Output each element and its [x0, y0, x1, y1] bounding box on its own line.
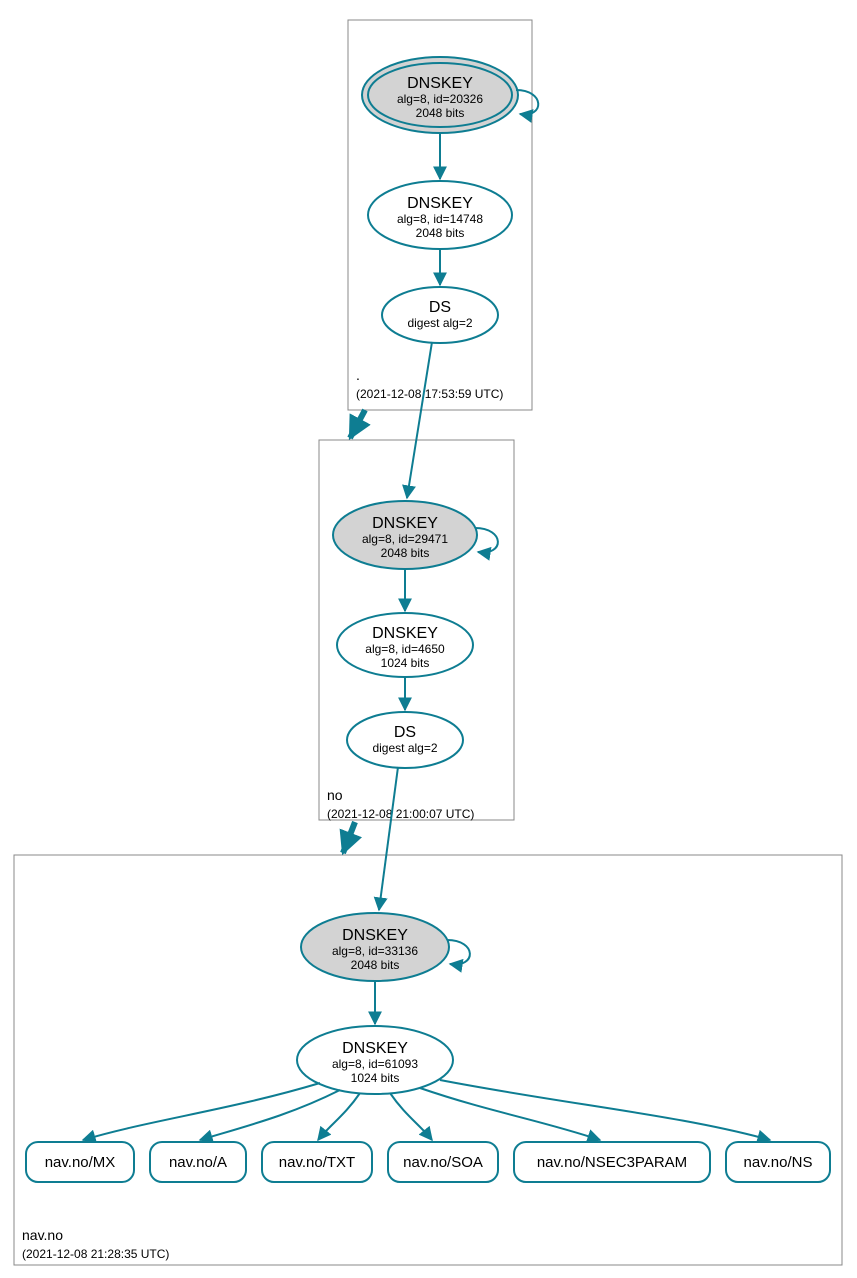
- svg-text:alg=8, id=4650: alg=8, id=4650: [365, 642, 445, 656]
- leaf-ns: nav.no/NS: [726, 1142, 830, 1182]
- node-navno-ksk: DNSKEY alg=8, id=33136 2048 bits: [301, 913, 449, 981]
- svg-text:nav.no/NSEC3PARAM: nav.no/NSEC3PARAM: [537, 1154, 687, 1171]
- svg-text:DS: DS: [429, 299, 451, 316]
- svg-text:1024 bits: 1024 bits: [351, 1071, 400, 1085]
- svg-text:alg=8, id=61093: alg=8, id=61093: [332, 1057, 418, 1071]
- zone-label-navno: nav.no: [22, 1227, 63, 1243]
- edge-root-ds-to-no-ksk: [407, 342, 432, 498]
- edge-no-ksk-self: [475, 528, 498, 552]
- node-no-ds: DS digest alg=2: [347, 712, 463, 768]
- svg-text:nav.no/SOA: nav.no/SOA: [403, 1154, 483, 1171]
- zone-label-no: no: [327, 787, 343, 803]
- node-navno-zsk: DNSKEY alg=8, id=61093 1024 bits: [297, 1026, 453, 1094]
- svg-text:DNSKEY: DNSKEY: [372, 515, 438, 532]
- zone-time-navno: (2021-12-08 21:28:35 UTC): [22, 1247, 169, 1261]
- svg-text:nav.no/A: nav.no/A: [169, 1154, 227, 1171]
- node-root-zsk: DNSKEY alg=8, id=14748 2048 bits: [368, 181, 512, 249]
- svg-text:nav.no/TXT: nav.no/TXT: [279, 1154, 355, 1171]
- svg-text:alg=8, id=33136: alg=8, id=33136: [332, 944, 418, 958]
- node-root-ds: DS digest alg=2: [382, 287, 498, 343]
- edge-delegation-no-to-navno: [343, 822, 355, 853]
- edge-zsk-to-mx: [83, 1083, 320, 1140]
- dnssec-chain-diagram: . (2021-12-08 17:53:59 UTC) DNSKEY alg=8…: [0, 0, 857, 1278]
- svg-text:DNSKEY: DNSKEY: [407, 195, 473, 212]
- svg-text:DNSKEY: DNSKEY: [342, 927, 408, 944]
- node-no-zsk: DNSKEY alg=8, id=4650 1024 bits: [337, 613, 473, 677]
- svg-text:nav.no/MX: nav.no/MX: [45, 1154, 116, 1171]
- svg-text:1024 bits: 1024 bits: [381, 656, 430, 670]
- edge-delegation-root-to-no: [350, 410, 365, 438]
- svg-text:2048 bits: 2048 bits: [416, 226, 465, 240]
- leaf-mx: nav.no/MX: [26, 1142, 134, 1182]
- zone-time-no: (2021-12-08 21:00:07 UTC): [327, 807, 474, 821]
- zone-time-root: (2021-12-08 17:53:59 UTC): [356, 387, 503, 401]
- svg-text:alg=8, id=14748: alg=8, id=14748: [397, 212, 483, 226]
- svg-text:2048 bits: 2048 bits: [416, 106, 465, 120]
- edge-zsk-to-soa: [390, 1093, 432, 1140]
- edge-no-ds-to-navno-ksk: [379, 767, 398, 910]
- svg-text:digest alg=2: digest alg=2: [407, 316, 472, 330]
- leaf-nsec3param: nav.no/NSEC3PARAM: [514, 1142, 710, 1182]
- edge-root-ksk-self: [516, 90, 538, 114]
- edge-zsk-to-txt: [318, 1093, 360, 1140]
- svg-text:DNSKEY: DNSKEY: [407, 75, 473, 92]
- svg-text:alg=8, id=20326: alg=8, id=20326: [397, 92, 483, 106]
- svg-text:DNSKEY: DNSKEY: [372, 625, 438, 642]
- leaf-txt: nav.no/TXT: [262, 1142, 372, 1182]
- svg-text:2048 bits: 2048 bits: [351, 958, 400, 972]
- svg-text:digest alg=2: digest alg=2: [372, 741, 437, 755]
- svg-text:2048 bits: 2048 bits: [381, 546, 430, 560]
- node-no-ksk: DNSKEY alg=8, id=29471 2048 bits: [333, 501, 477, 569]
- edge-zsk-to-nsec3param: [420, 1088, 600, 1140]
- leaf-a: nav.no/A: [150, 1142, 246, 1182]
- svg-text:DS: DS: [394, 724, 416, 741]
- leaf-soa: nav.no/SOA: [388, 1142, 498, 1182]
- edge-navno-ksk-self: [447, 940, 470, 964]
- svg-text:nav.no/NS: nav.no/NS: [744, 1154, 813, 1171]
- svg-text:DNSKEY: DNSKEY: [342, 1040, 408, 1057]
- node-root-ksk: DNSKEY alg=8, id=20326 2048 bits: [362, 57, 518, 133]
- svg-text:alg=8, id=29471: alg=8, id=29471: [362, 532, 448, 546]
- zone-label-root: .: [356, 367, 360, 383]
